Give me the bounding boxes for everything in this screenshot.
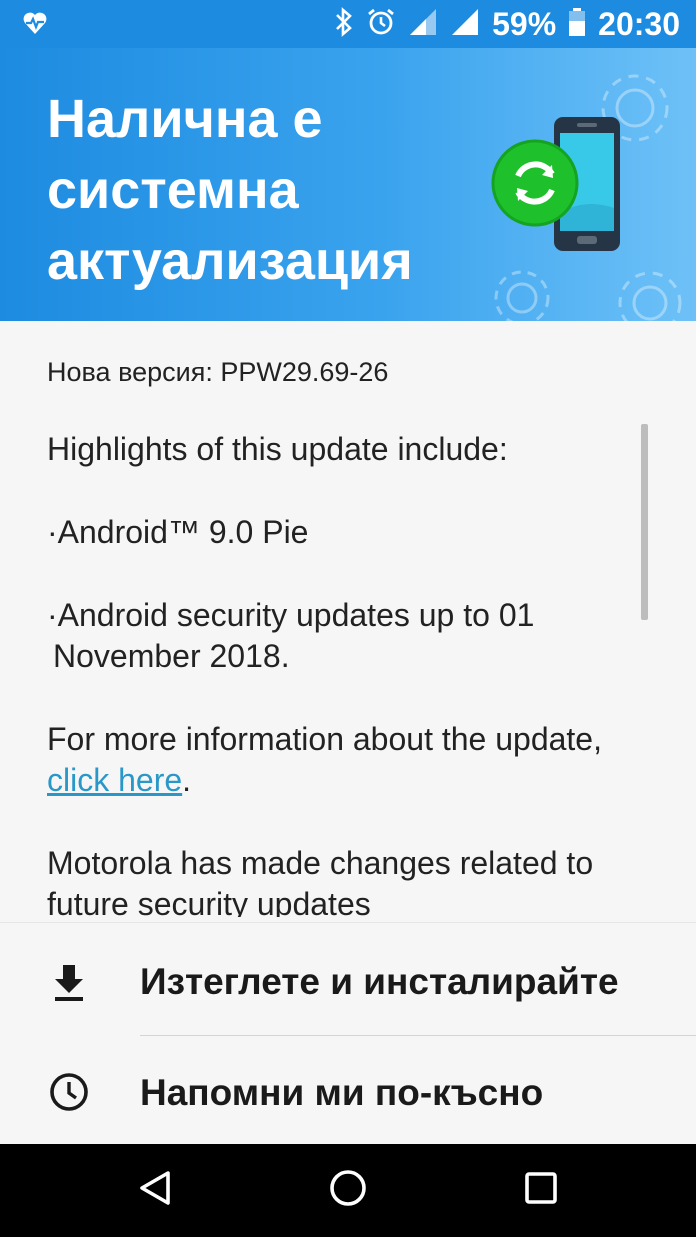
remind-later-button[interactable]: Напомни ми по-късно xyxy=(0,1036,696,1146)
bullet-item: ·Android™ 9.0 Pie xyxy=(47,514,309,550)
version-label: Нова версия: PPW29.69-26 xyxy=(47,357,389,387)
recents-button[interactable] xyxy=(491,1144,591,1237)
recents-icon xyxy=(524,1171,558,1210)
download-install-label: Изтеглете и инсталирайте xyxy=(140,961,619,1002)
scrollbar[interactable] xyxy=(641,424,648,620)
bullet-item: ·Android security updates up to 01 Novem… xyxy=(47,597,535,674)
download-install-button[interactable]: Изтеглете и инсталирайте xyxy=(0,923,696,1033)
sync-icon xyxy=(491,139,579,227)
heart-monitor-icon xyxy=(22,10,48,36)
home-button[interactable] xyxy=(298,1144,398,1237)
update-illustration xyxy=(470,48,696,321)
back-button[interactable] xyxy=(105,1144,205,1237)
more-info-suffix: . xyxy=(182,762,192,798)
release-notes[interactable]: Нова версия: PPW29.69-26 Highlights of t… xyxy=(0,321,696,917)
signal-icon xyxy=(408,7,438,42)
status-icons: 59% 20:30 xyxy=(334,0,680,48)
alarm-icon xyxy=(366,7,396,42)
status-bar: 59% 20:30 xyxy=(0,0,696,48)
action-list: Изтеглете и инсталирайте Напомни ми по-к… xyxy=(0,922,696,1145)
signal-icon xyxy=(450,7,480,42)
battery-icon xyxy=(568,7,586,42)
clock-icon xyxy=(48,1071,90,1113)
bluetooth-icon xyxy=(334,6,354,42)
back-icon xyxy=(138,1169,172,1212)
page-title: Налична е системна актуализация xyxy=(47,89,413,291)
motorola-note: Motorola has made changes related to fut… xyxy=(47,845,594,917)
click-here-link[interactable]: click here xyxy=(47,762,182,798)
clock: 20:30 xyxy=(598,6,680,42)
home-icon xyxy=(328,1168,368,1213)
update-banner: Налична е системна актуализация xyxy=(0,48,696,321)
highlights-heading: Highlights of this update include: xyxy=(47,431,508,467)
more-info-prefix: For more information about the update, xyxy=(47,721,602,757)
battery-percent: 59% xyxy=(492,6,557,42)
download-icon xyxy=(48,961,90,1003)
remind-later-label: Напомни ми по-късно xyxy=(140,1072,544,1113)
update-notes: Highlights of this update include: ·Andr… xyxy=(47,429,607,917)
more-info-text: For more information about the update, c… xyxy=(47,719,607,801)
navigation-bar xyxy=(0,1144,696,1237)
